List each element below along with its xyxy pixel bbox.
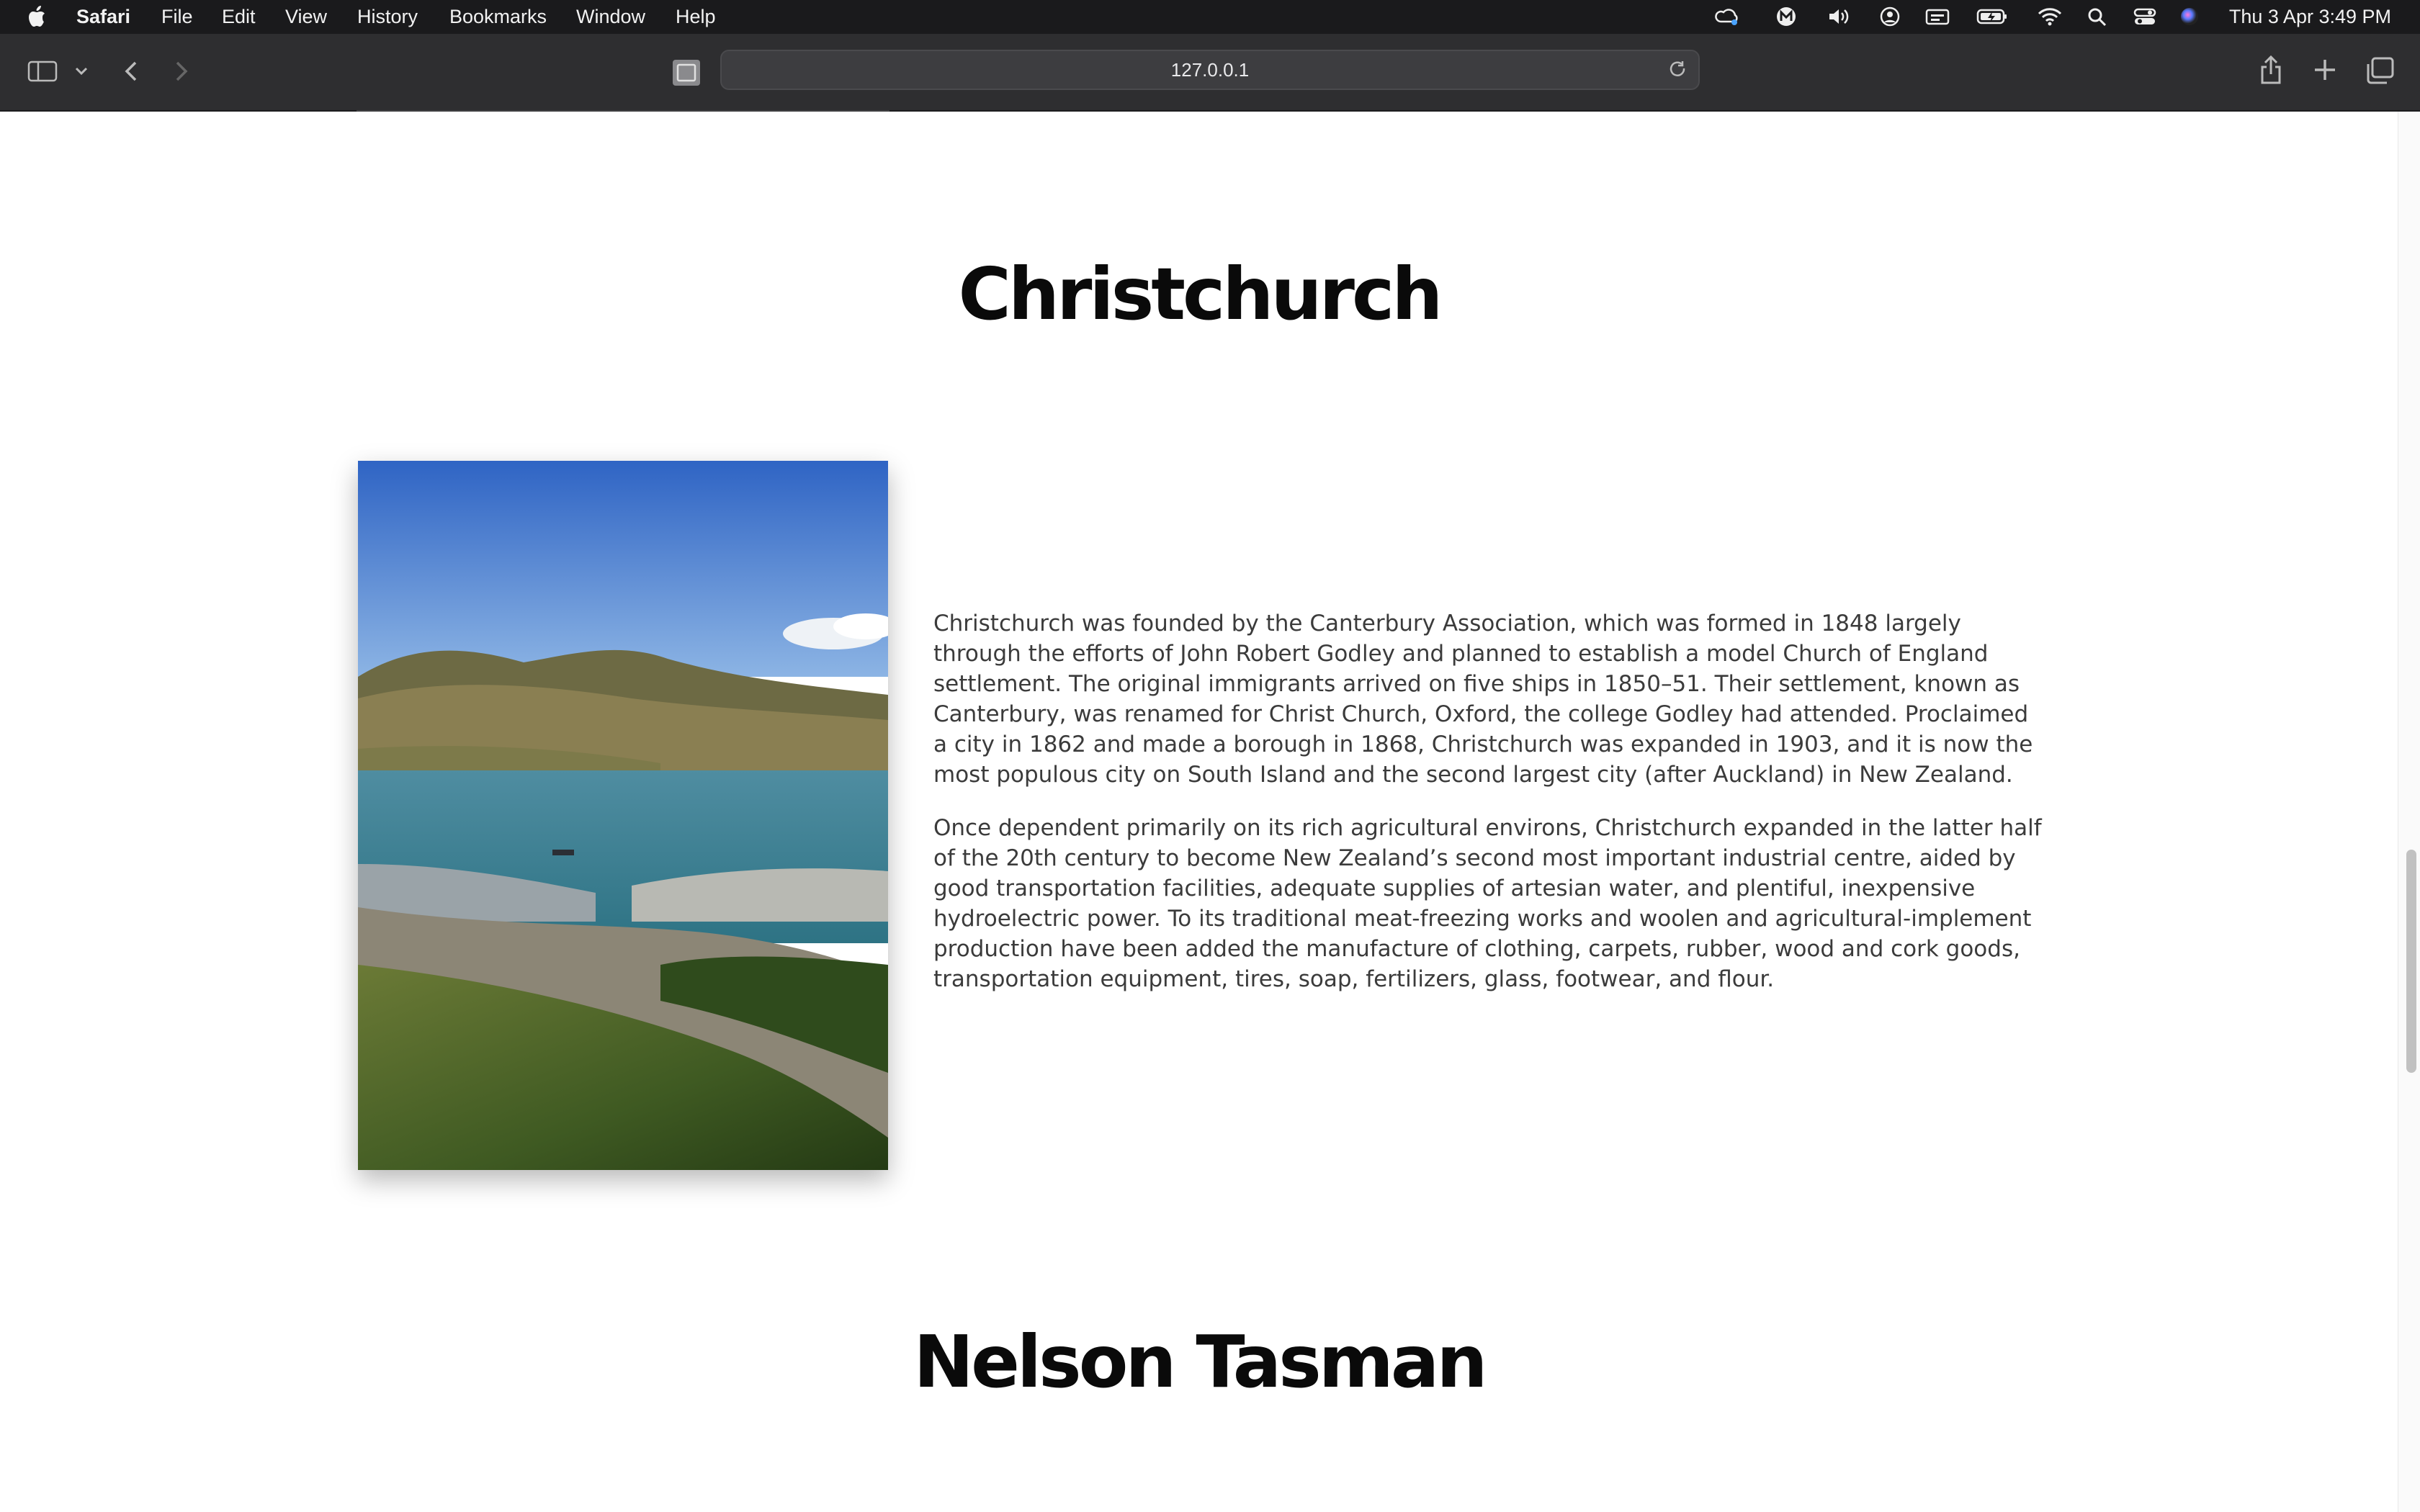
address-url[interactable]: 127.0.0.1	[722, 51, 1698, 89]
apple-menu-icon[interactable]	[27, 0, 48, 34]
menu-file[interactable]: File	[161, 0, 193, 34]
back-icon[interactable]	[121, 58, 141, 84]
wifi-icon[interactable]	[2037, 6, 2063, 27]
menu-history[interactable]: History	[357, 0, 418, 34]
sidebar-toggle-icon[interactable]	[27, 60, 59, 83]
volume-icon[interactable]	[1827, 6, 1852, 27]
share-icon[interactable]	[2259, 54, 2283, 86]
user-icon[interactable]	[1877, 6, 1903, 27]
creative-cloud-icon[interactable]	[1714, 6, 1740, 27]
section-body-christchurch: Christchurch was founded by the Canterbu…	[933, 608, 2046, 1017]
section-title-christchurch: Christchurch	[958, 252, 1443, 336]
scrollbar-track[interactable]	[2398, 112, 2420, 1512]
keyboard-icon[interactable]	[1924, 6, 1950, 27]
battery-icon[interactable]	[1976, 6, 2008, 27]
page-content: Christchurch Christchurch was founded by…	[0, 112, 2398, 1512]
address-bar[interactable]: 127.0.0.1	[720, 50, 1700, 90]
menu-bookmarks[interactable]: Bookmarks	[449, 0, 547, 34]
menu-app-name[interactable]: Safari	[76, 0, 130, 34]
menu-edit[interactable]: Edit	[222, 0, 256, 34]
menu-help[interactable]: Help	[676, 0, 716, 34]
new-tab-icon[interactable]	[2312, 57, 2338, 83]
clock[interactable]: Thu 3 Apr 3:49 PM	[2229, 0, 2391, 34]
control-center-icon[interactable]	[2132, 6, 2158, 27]
scrollbar-thumb[interactable]	[2406, 850, 2416, 1073]
paragraph: Christchurch was founded by the Canterbu…	[933, 611, 2033, 788]
menu-bar: Safari File Edit View History Bookmarks …	[0, 0, 2420, 34]
siri-icon[interactable]	[2177, 6, 2202, 27]
menu-view[interactable]: View	[285, 0, 327, 34]
paragraph: Once dependent primarily on its rich agr…	[933, 815, 2042, 992]
m-app-icon[interactable]	[1773, 6, 1799, 27]
menu-window[interactable]: Window	[576, 0, 645, 34]
browser-toolbar: 127.0.0.1	[0, 34, 2420, 112]
spotlight-search-icon[interactable]	[2084, 6, 2110, 27]
reload-icon[interactable]	[1668, 60, 1688, 80]
christchurch-photo	[358, 461, 888, 1170]
tab-overview-icon[interactable]	[671, 58, 702, 87]
section-title-nelson-tasman: Nelson Tasman	[913, 1320, 1487, 1404]
show-all-tabs-icon[interactable]	[2365, 57, 2394, 84]
forward-icon[interactable]	[171, 58, 192, 84]
chevron-down-icon[interactable]	[73, 64, 89, 78]
